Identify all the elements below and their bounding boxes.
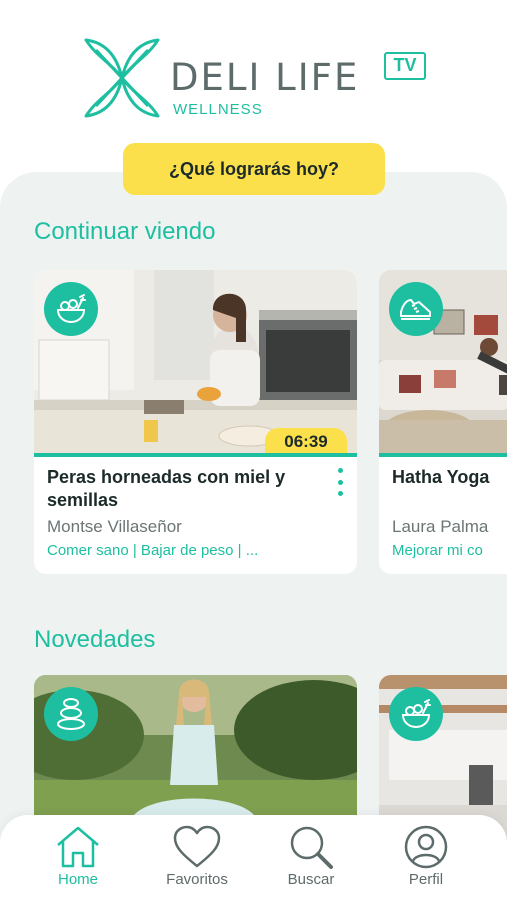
bottom-navigation: Home Favoritos Buscar Perfil: [0, 815, 507, 900]
sneaker-icon: [400, 299, 431, 320]
salad-bowl-icon: [56, 294, 86, 324]
category-icon: [44, 687, 98, 741]
video-tags[interactable]: Comer sano | Bajar de peso | ...: [47, 542, 258, 559]
category-icon: [44, 282, 98, 336]
category-icon: [389, 687, 443, 741]
nav-favorites[interactable]: Favoritos: [152, 825, 242, 888]
heart-icon: [173, 825, 221, 868]
brand-tv-badge: TV: [384, 52, 426, 80]
main-content: Continuar viendo 06:39 Peras horneadas c…: [0, 172, 507, 900]
continue-watching-title: Continuar viendo: [34, 218, 216, 245]
video-thumbnail[interactable]: 06:39: [34, 270, 357, 456]
leaf-logo-icon: [84, 38, 160, 118]
goal-button[interactable]: ¿Qué lograrás hoy?: [123, 143, 385, 195]
brand-subtitle: WELLNESS: [173, 101, 263, 118]
video-thumbnail[interactable]: [379, 270, 507, 456]
progress-bar: [34, 453, 357, 457]
home-icon: [57, 826, 99, 868]
nav-favorites-label: Favoritos: [166, 871, 228, 888]
category-icon: [389, 282, 443, 336]
video-card[interactable]: Hatha Yoga Laura Palma Mejorar mi co: [379, 270, 507, 574]
duration-badge: 06:39: [265, 428, 347, 454]
progress-bar: [379, 453, 507, 457]
video-tags[interactable]: Mejorar mi co: [392, 542, 483, 559]
salad-bowl-icon: [401, 699, 431, 729]
more-options-icon[interactable]: [335, 468, 345, 496]
video-title: Peras horneadas con miel y semillas: [47, 467, 286, 510]
video-author: Laura Palma: [392, 517, 489, 536]
nav-search-label: Buscar: [287, 871, 335, 888]
nav-profile[interactable]: Perfil: [381, 825, 471, 888]
nav-profile-label: Perfil: [408, 871, 444, 888]
stones-icon: [57, 698, 85, 730]
video-card[interactable]: 06:39 Peras horneadas con miel y semilla…: [34, 270, 357, 574]
brand-name: DELI LIFE: [170, 56, 360, 99]
nav-home-label: Home: [57, 871, 98, 888]
new-releases-title: Novedades: [34, 626, 156, 653]
search-icon: [290, 826, 333, 869]
nav-search[interactable]: Buscar: [266, 825, 356, 888]
profile-icon: [404, 825, 448, 869]
video-title: Hatha Yoga: [392, 467, 490, 487]
nav-home[interactable]: Home: [33, 825, 123, 888]
video-author: Montse Villaseñor: [47, 517, 182, 536]
